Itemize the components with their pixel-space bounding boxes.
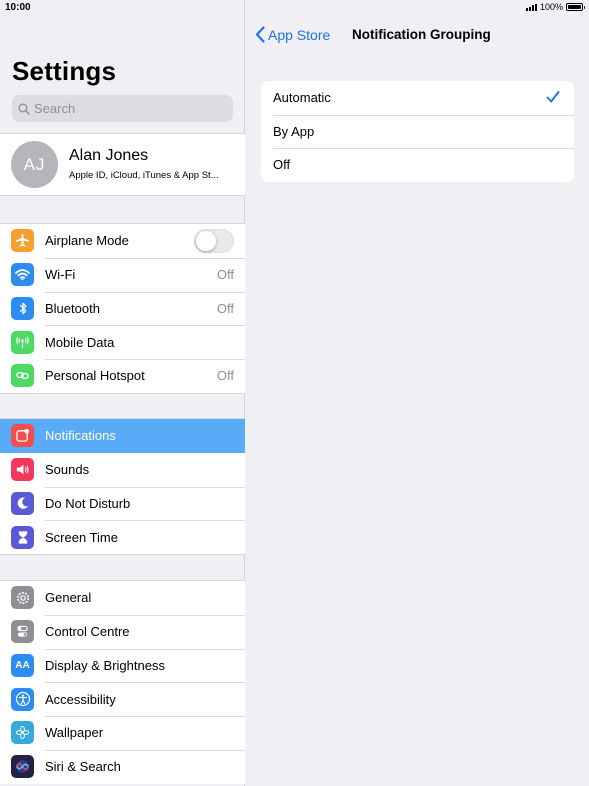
sidebar-item-sounds[interactable]: Sounds [0,453,245,487]
sidebar-item-label: General [45,590,92,606]
sidebar-item-notifications[interactable]: Notifications [0,419,245,453]
option-by-app[interactable]: By App [261,114,574,149]
battery-icon [566,3,585,11]
option-automatic[interactable]: Automatic [261,81,574,115]
chevron-left-icon [255,26,265,43]
sidebar-item-label: Notifications [45,428,116,444]
sidebar-item-label: Display & Brightness [45,657,165,673]
page-title: Notification Grouping [352,27,491,42]
wifi-status: Off [216,267,234,283]
bluetooth-icon [11,296,34,320]
settings-sidebar: Settings Search AJ Alan Jones Apple ID, … [0,0,245,786]
hourglass-icon [11,525,34,549]
sidebar-item-label: Control Centre [45,624,130,640]
sidebar-item-label: Bluetooth [45,300,100,316]
gear-icon [11,586,34,610]
profile-subtitle: Apple ID, iCloud, iTunes & App St... [69,170,219,181]
sidebar-item-label: Accessibility [45,691,116,707]
status-indicators: 100% [525,2,585,12]
option-off[interactable]: Off [261,148,574,182]
text-size-icon: AA [11,653,34,677]
apple-id-profile[interactable]: AJ Alan Jones Apple ID, iCloud, iTunes &… [0,133,245,196]
option-label: By App [273,123,315,139]
antenna-icon [11,330,34,354]
sidebar-item-label: Wallpaper [45,725,104,741]
back-button-label: App Store [268,26,331,43]
battery-percent: 100% [539,2,563,12]
checkmark-icon [546,91,560,103]
sidebar-item-label: Mobile Data [45,334,115,350]
detail-pane: App Store Notification Grouping Automati… [246,0,589,786]
sidebar-item-bluetooth[interactable]: Bluetooth Off [0,291,245,326]
sidebar-item-general[interactable]: General [0,581,245,615]
sidebar-item-accessibility[interactable]: Accessibility [0,682,245,716]
sidebar-item-do-not-disturb[interactable]: Do Not Disturb [0,486,245,521]
connectivity-group: Airplane Mode Wi-Fi Off Bluetooth Off Mo… [0,223,245,394]
status-time: 10:00 [5,2,31,13]
moon-icon [11,491,34,515]
accessibility-icon [11,687,34,711]
profile-name: Alan Jones [69,147,149,164]
hotspot-status: Off [216,368,234,384]
siri-icon [11,755,34,779]
airplane-icon [11,229,34,253]
alerts-group: Notifications Sounds Do Not Disturb Scre… [0,418,245,555]
sidebar-item-wallpaper[interactable]: Wallpaper [0,716,245,750]
sidebar-item-label: Siri & Search [45,759,121,775]
sidebar-item-mobile-data[interactable]: Mobile Data [0,325,245,359]
sidebar-item-siri-search[interactable]: Siri & Search [0,749,245,784]
airplane-mode-toggle[interactable] [194,229,234,253]
search-input[interactable]: Search [12,95,233,122]
sidebar-item-label: Screen Time [45,529,118,545]
speaker-icon [11,458,34,482]
sidebar-item-label: Airplane Mode [45,233,129,249]
sidebar-item-label: Do Not Disturb [45,495,131,511]
switches-icon [11,620,34,644]
sidebar-item-display-brightness[interactable]: AA Display & Brightness [0,648,245,683]
flower-icon [11,721,34,745]
sidebar-item-personal-hotspot[interactable]: Personal Hotspot Off [0,359,245,393]
sidebar-item-control-centre[interactable]: Control Centre [0,614,245,649]
search-icon [18,103,30,115]
device-group: General Control Centre AA Display & Brig… [0,580,245,784]
bluetooth-status: Off [216,300,234,316]
back-button[interactable]: App Store [255,26,330,43]
option-label: Off [273,157,291,173]
wifi-icon [11,263,34,287]
sidebar-item-screen-time[interactable]: Screen Time [0,520,245,554]
search-placeholder: Search [34,101,76,116]
option-label: Automatic [273,90,331,106]
hotspot-icon [11,364,34,388]
sidebar-item-label: Wi-Fi [45,267,76,283]
sidebar-item-wifi[interactable]: Wi-Fi Off [0,257,245,292]
sidebar-item-label: Sounds [45,462,90,478]
avatar: AJ [11,141,58,188]
page-title: Settings [12,56,117,86]
status-bar: 10:00 100% [0,0,589,14]
notifications-icon [11,424,34,448]
signal-icon [525,3,537,11]
sidebar-item-label: Personal Hotspot [45,368,145,384]
sidebar-item-airplane-mode[interactable]: Airplane Mode [0,224,245,258]
grouping-options-list: Automatic By App Off [261,81,574,182]
